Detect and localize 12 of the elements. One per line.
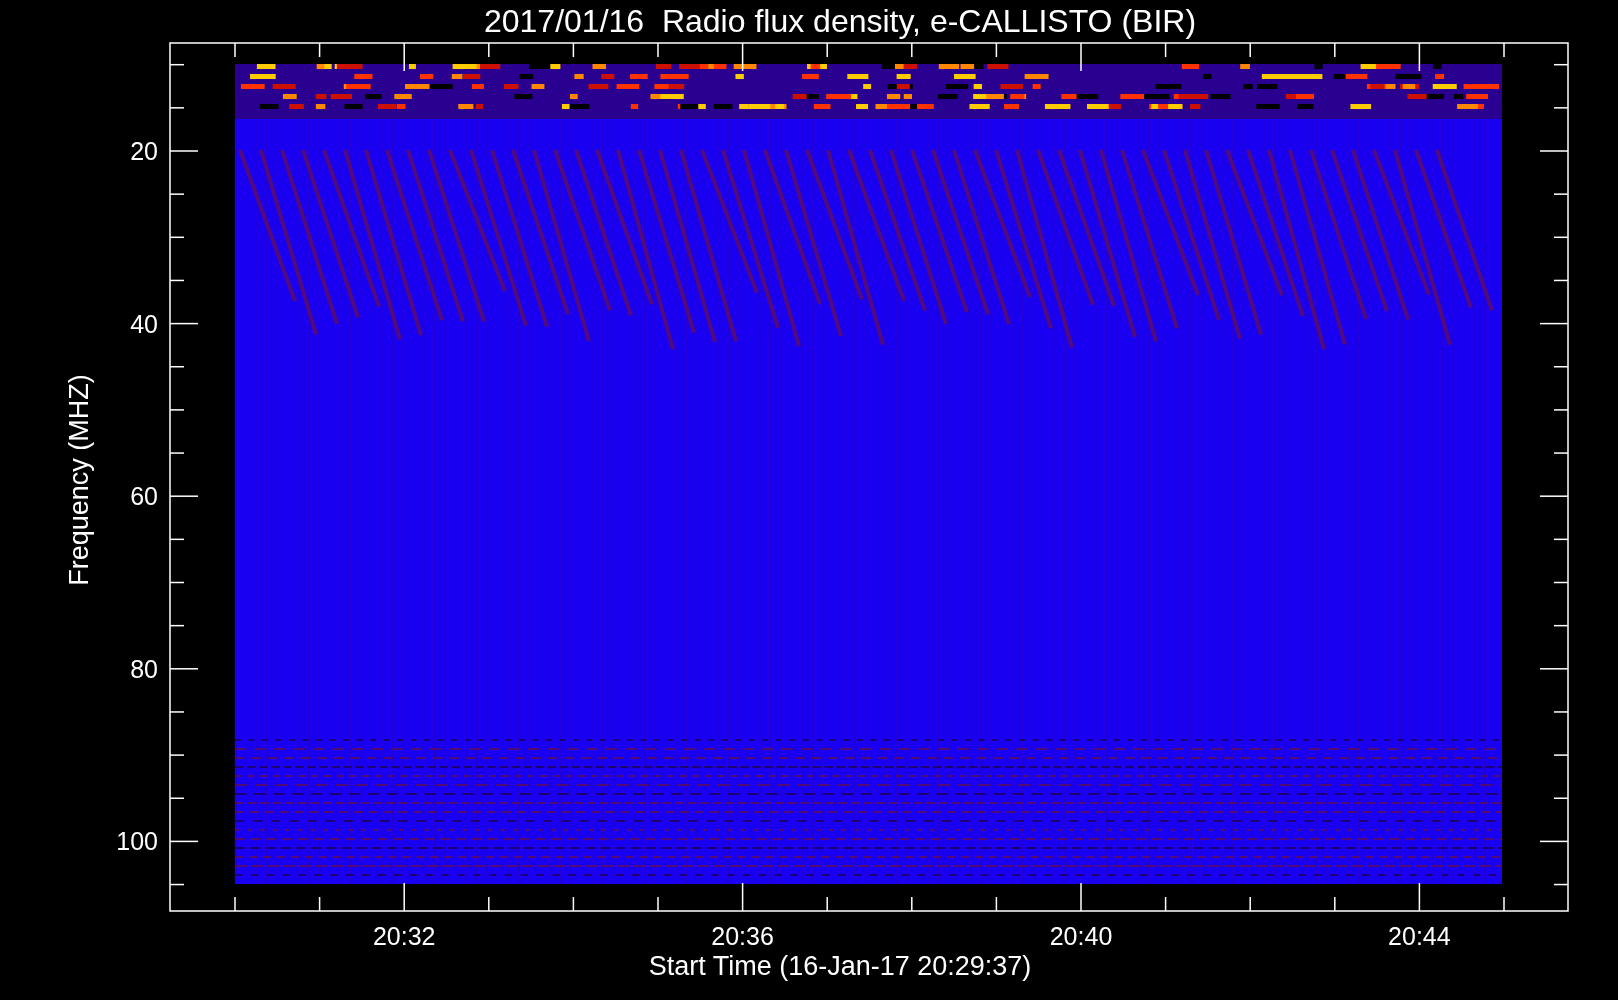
axis-tick-label: 20:40 [1049, 922, 1113, 950]
axis-label: Start Time (16-Jan-17 20:29:37) [648, 951, 1032, 981]
axis-tick-label: 20:36 [711, 922, 774, 950]
chart-title: 2017/01/16 Radio flux density, e-CALLISTO (BIR) [483, 3, 1197, 39]
axis-tick-label: 100 [116, 827, 158, 856]
axis-tick-label: 20:32 [372, 922, 436, 950]
axis-tick-label: 40 [130, 309, 158, 338]
axis-tick-label: 20:44 [1388, 922, 1451, 950]
axis-tick-label: 80 [130, 654, 158, 683]
axis-label: Frequency (MHZ) [64, 374, 94, 586]
axis-tick-label: 20 [130, 137, 158, 165]
axis-tick-label: 60 [130, 482, 158, 511]
